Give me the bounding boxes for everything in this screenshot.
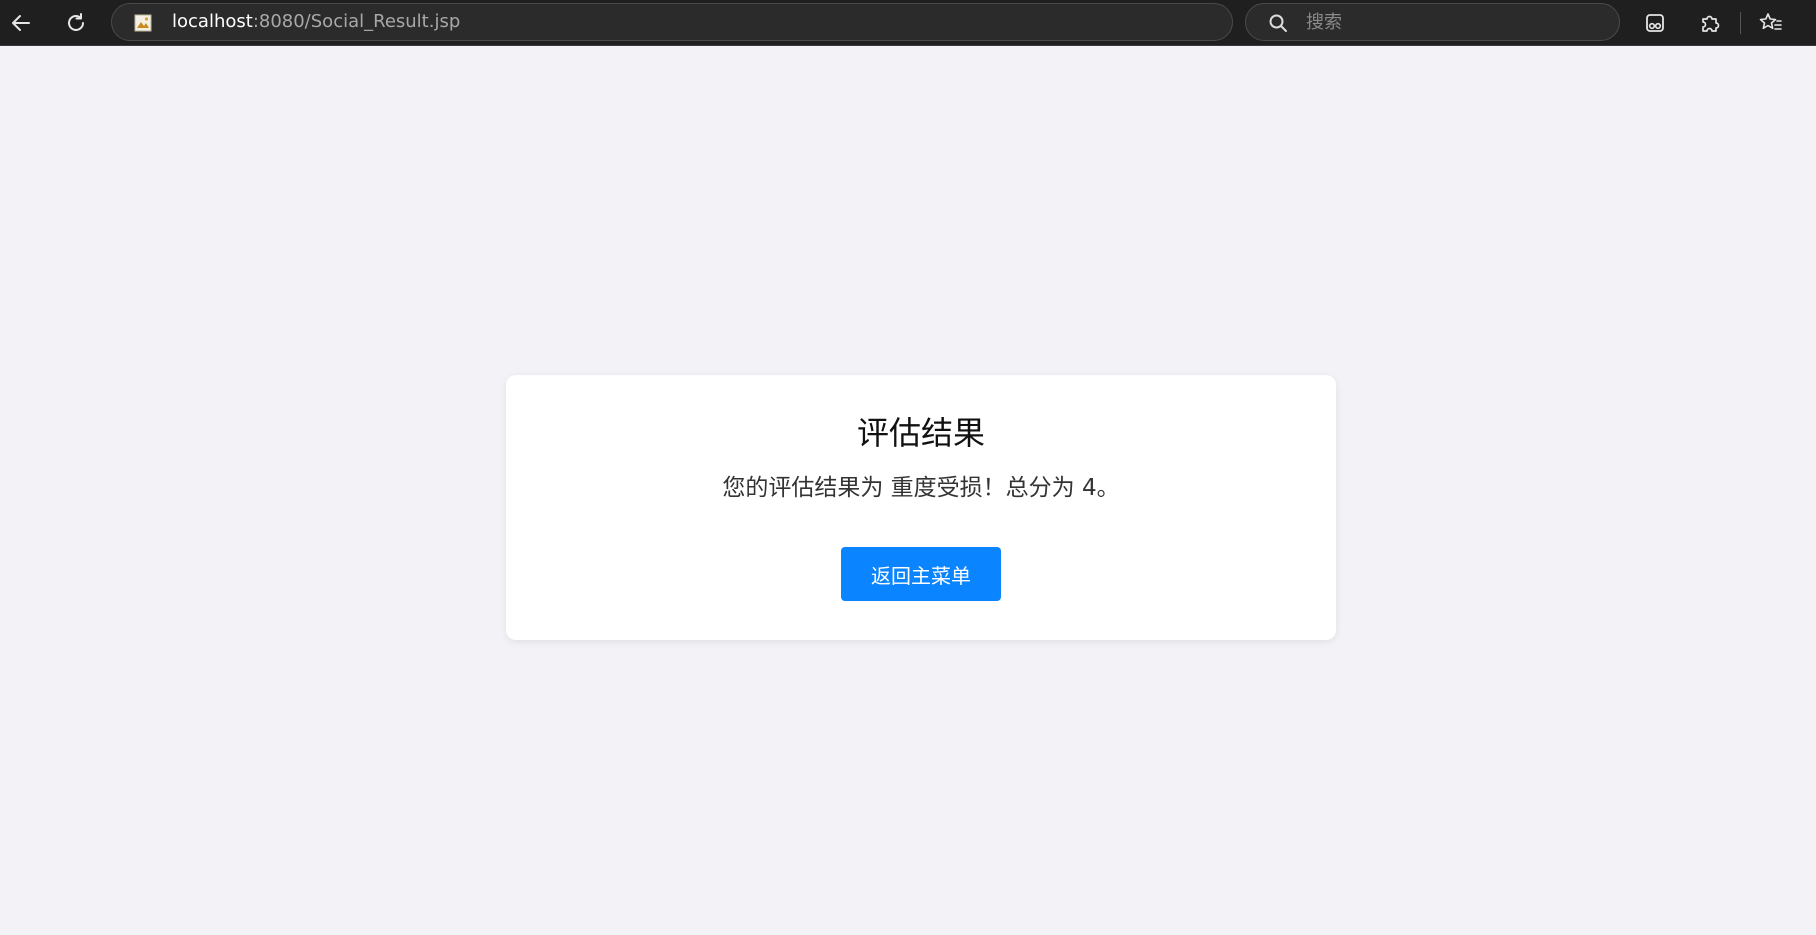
url-host: localhost <box>172 11 253 32</box>
search-input[interactable] <box>1306 4 1596 40</box>
result-message: 您的评估结果为 重度受损！总分为 4。 <box>722 475 1120 501</box>
site-favicon <box>134 14 152 32</box>
browser-toolbar: localhost:8080/Social_Result.jsp <box>0 0 1816 46</box>
search-icon <box>1269 14 1287 32</box>
back-button[interactable] <box>5 7 37 39</box>
result-card: 评估结果 您的评估结果为 重度受损！总分为 4。 返回主菜单 <box>506 375 1336 640</box>
page-title: 评估结果 <box>856 414 985 452</box>
address-bar[interactable]: localhost:8080/Social_Result.jsp <box>111 3 1233 41</box>
url-path: :8080/Social_Result.jsp <box>252 11 461 32</box>
browser-search-bar[interactable] <box>1245 3 1620 41</box>
toolbar-divider <box>1740 12 1741 34</box>
url-text: localhost:8080/Social_Result.jsp <box>172 4 460 40</box>
reload-icon <box>68 13 84 31</box>
reload-button[interactable] <box>60 7 92 39</box>
favorites-button[interactable] <box>1755 7 1787 39</box>
return-to-main-menu-button[interactable]: 返回主菜单 <box>841 547 1001 601</box>
extensions-menu-button[interactable] <box>1694 7 1726 39</box>
extension-icon <box>1646 14 1664 32</box>
back-arrow-icon <box>12 15 30 31</box>
extension-button[interactable] <box>1639 7 1671 39</box>
favorites-icon <box>1759 13 1782 30</box>
puzzle-icon <box>1702 15 1720 32</box>
